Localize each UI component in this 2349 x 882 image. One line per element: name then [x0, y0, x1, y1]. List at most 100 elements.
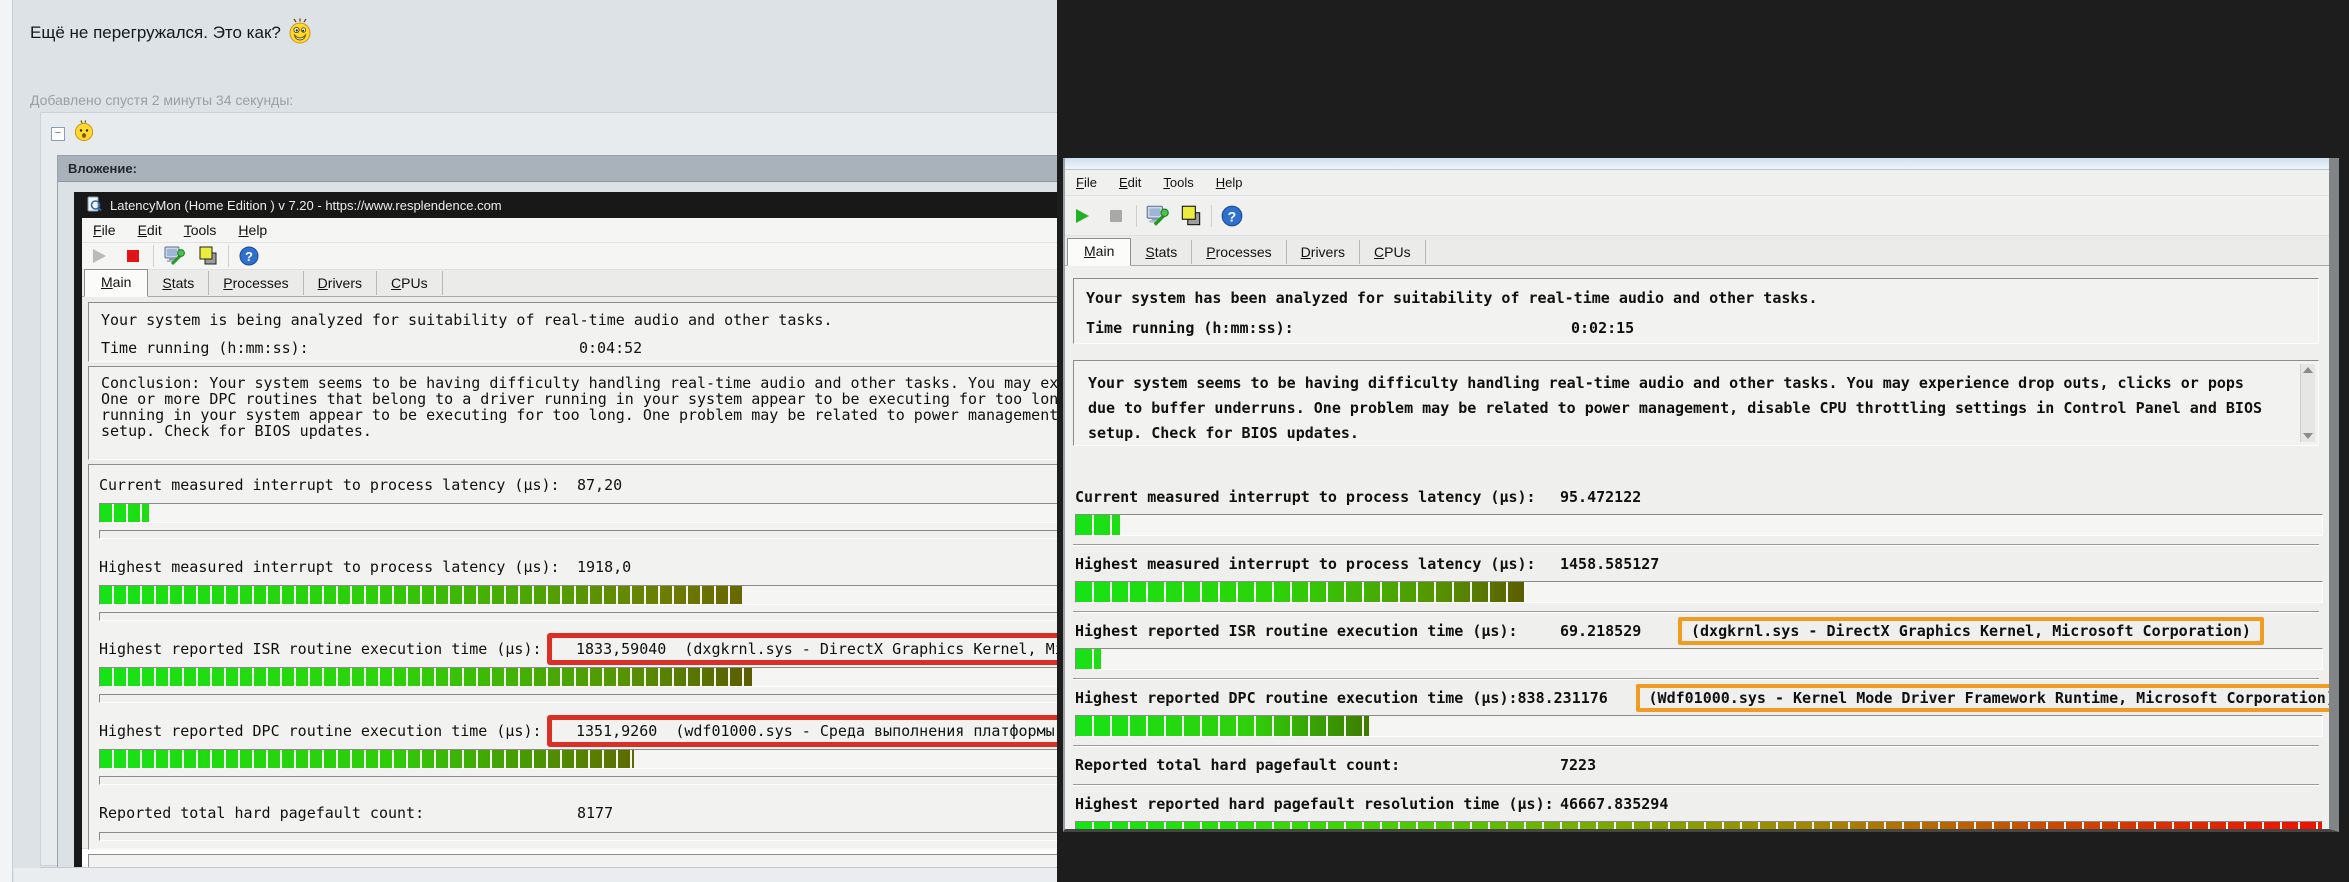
- added-after-note: Добавлено спустя 2 минуты 34 секунды:: [30, 92, 294, 108]
- menu-item-help[interactable]: Help: [227, 218, 278, 242]
- tab-stats[interactable]: Stats: [148, 271, 210, 295]
- row-value: 8177: [577, 804, 614, 822]
- play-button[interactable]: [1065, 203, 1099, 229]
- toolbar-separator: [1211, 204, 1212, 227]
- latency-bar-fill: [100, 750, 634, 768]
- menu-item-edit[interactable]: Edit: [1108, 171, 1152, 194]
- tab-main[interactable]: Main: [84, 269, 149, 297]
- row-value: 1918,0: [577, 558, 632, 576]
- time-running-value: 0:02:15: [1571, 319, 1635, 337]
- analysis-status-panel: Your system has been analyzed for suitab…: [1073, 278, 2319, 344]
- conclusion-line: Your system seems to be having difficult…: [1088, 374, 2244, 392]
- conclusion-line: Conclusion: Your system seems to be havi…: [101, 374, 1057, 392]
- spoiler-header: −: [41, 113, 1057, 151]
- analysis-status-panel: Your system is being analyzed for suitab…: [88, 302, 1057, 362]
- latency-bar-fill: [100, 668, 753, 686]
- latency-bar-fill: [1076, 582, 1525, 602]
- tab-drivers[interactable]: Drivers: [1287, 240, 1361, 264]
- tab-bar: Main Stats Processes Drivers CPUs: [82, 269, 1057, 297]
- row-driver: (wdf01000.sys - Среда выполнения платфор…: [675, 722, 1057, 740]
- row-label: Highest reported DPC routine execution t…: [99, 722, 542, 740]
- scroll-up-icon[interactable]: [2303, 367, 2313, 373]
- row-value: 1833,59040: [576, 640, 667, 658]
- collapse-icon[interactable]: −: [51, 126, 65, 141]
- toolbar-separator: [228, 245, 229, 267]
- row-driver: (Wdf01000.sys - Kernel Mode Driver Frame…: [1648, 689, 2335, 707]
- play-button[interactable]: [82, 243, 116, 269]
- menu-item-tools[interactable]: Tools: [173, 218, 228, 242]
- forum-left-margin: [0, 0, 13, 882]
- row-label: Highest reported DPC routine execution t…: [1075, 689, 1518, 707]
- toolbar-separator: [153, 245, 154, 267]
- menu-item-file[interactable]: File: [1065, 171, 1108, 194]
- row-value: 95.472122: [1560, 488, 1642, 506]
- measurement-row-dpc: Highest reported DPC routine execution t…: [99, 711, 1057, 793]
- menu-item-help[interactable]: Help: [1205, 171, 1254, 194]
- tab-cpus[interactable]: CPUs: [1360, 240, 1426, 264]
- analyze-button[interactable]: [157, 243, 191, 269]
- row-label: Current measured interrupt to process la…: [1075, 488, 1536, 506]
- time-running-value: 0:04:52: [579, 339, 643, 357]
- post-text-content: Ещё не перегружался. Это как?: [30, 23, 281, 42]
- measurement-row-current-latency: Current measured interrupt to process la…: [1073, 478, 2323, 544]
- analyze-button[interactable]: [1140, 203, 1174, 229]
- measurement-row-pagefaults: Reported total hard pagefault count: 817…: [99, 793, 1057, 849]
- spoiler-quote-box: − Вложение: LatencyMon (Home Edition ) v…: [40, 112, 1057, 882]
- help-button[interactable]: ?: [1215, 203, 1249, 229]
- conclusion-scrollbar[interactable]: [2300, 364, 2315, 442]
- tab-processes[interactable]: Processes: [1192, 240, 1287, 264]
- orange-annotation-box: (Wdf01000.sys - Kernel Mode Driver Frame…: [1635, 684, 2335, 712]
- row-value: 838.231176: [1517, 689, 1608, 707]
- spike-windows-button[interactable]: [191, 243, 225, 269]
- latency-bar-track: [99, 585, 1057, 605]
- analysis-status-text: Your system has been analyzed for suitab…: [1086, 289, 1818, 307]
- svg-text:?: ?: [1228, 209, 1237, 225]
- attachment-body: LatencyMon (Home Edition ) v 7.20 - http…: [58, 182, 1057, 882]
- row-label: Highest measured interrupt to process la…: [99, 558, 560, 576]
- empty-bar-track: [99, 832, 1057, 841]
- row-driver: (dxgkrnl.sys - DirectX Graphics Kernel, …: [684, 640, 1057, 658]
- latency-bar-fill: [1076, 822, 2322, 829]
- measurement-row-highest-latency: Highest measured interrupt to process la…: [99, 547, 1057, 629]
- tab-stats[interactable]: Stats: [1131, 240, 1193, 264]
- title-bar: LatencyMon (Home Edition ) v 7.20 - http…: [82, 192, 1057, 218]
- row-label: Highest reported hard pagefault resoluti…: [1075, 795, 1554, 813]
- measurement-row-dpc: Highest reported DPC routine execution t…: [1073, 678, 2329, 745]
- tab-cpus[interactable]: CPUs: [377, 271, 443, 295]
- tab-processes[interactable]: Processes: [209, 271, 304, 295]
- conclusion-line: One or more DPC routines that belong to …: [101, 390, 1057, 408]
- measurement-row-highest-latency: Highest measured interrupt to process la…: [1073, 544, 2323, 611]
- row-groove: [99, 612, 1057, 621]
- row-value: 1458.585127: [1560, 555, 1660, 573]
- row-label: Reported total hard pagefault count:: [1075, 756, 1401, 774]
- forum-post-panel: Ещё не перегружался. Это как? Добавлено …: [0, 0, 1057, 882]
- measurement-row-pagefault-count: Reported total hard pagefault count: 722…: [1073, 745, 2319, 784]
- spike-windows-button[interactable]: [1174, 203, 1208, 229]
- menu-item-tools[interactable]: Tools: [1152, 171, 1204, 194]
- tab-drivers[interactable]: Drivers: [304, 271, 378, 295]
- attachment-header: Вложение:: [58, 156, 1057, 182]
- latencymon-window-left: LatencyMon (Home Edition ) v 7.20 - http…: [74, 192, 1057, 882]
- latency-bar-track: [99, 749, 1057, 769]
- window-title: LatencyMon (Home Edition ) v 7.20 - http…: [110, 197, 502, 213]
- scroll-down-icon[interactable]: [2303, 433, 2313, 439]
- time-running-label: Time running (h:mm:ss):: [101, 339, 309, 357]
- menu-item-edit[interactable]: Edit: [127, 218, 173, 242]
- stop-button[interactable]: [1099, 203, 1133, 229]
- main-tab-content: Your system has been analyzed for suitab…: [1065, 266, 2329, 829]
- row-label: Highest reported ISR routine execution t…: [1075, 622, 1518, 640]
- conclusion-line: running in your system appear to be exec…: [101, 406, 1057, 424]
- help-button[interactable]: ?: [232, 243, 266, 269]
- toolbar: ?: [1065, 196, 2329, 236]
- menu-item-file[interactable]: File: [82, 218, 127, 242]
- tab-main[interactable]: Main: [1067, 238, 1132, 266]
- stop-button[interactable]: [116, 243, 150, 269]
- latency-bar-track: [1075, 514, 2323, 536]
- row-label: Highest measured interrupt to process la…: [1075, 555, 1536, 573]
- analysis-status-text: Your system is being analyzed for suitab…: [101, 311, 833, 329]
- row-value: 7223: [1560, 756, 1597, 774]
- smiley-surprised-icon: [73, 120, 95, 147]
- conclusion-line: setup. Check for BIOS updates.: [101, 422, 372, 440]
- red-annotation-box: 1351,9260 (wdf01000.sys - Среда выполнен…: [547, 715, 1057, 747]
- row-label: Reported total hard pagefault count:: [99, 804, 425, 822]
